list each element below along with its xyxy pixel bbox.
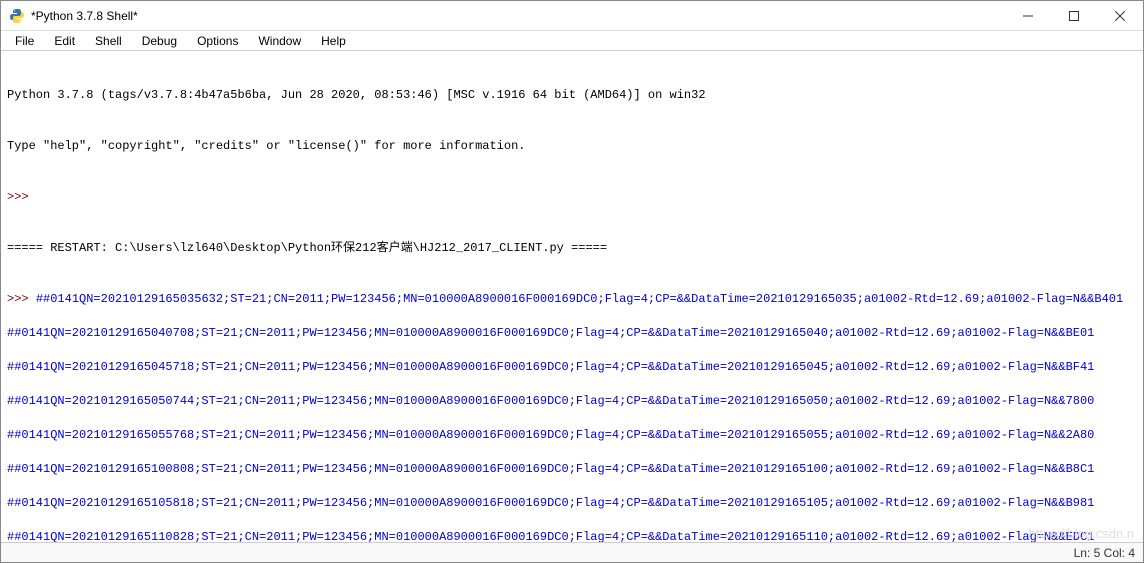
output-line: ##0141QN=20210129165040708;ST=21;CN=2011… (7, 326, 1094, 340)
minimize-button[interactable] (1005, 1, 1051, 30)
output-line: ##0141QN=20210129165035632;ST=21;CN=2011… (36, 292, 1123, 306)
menu-window[interactable]: Window (248, 32, 311, 50)
titlebar[interactable]: *Python 3.7.8 Shell* (1, 1, 1143, 31)
idle-window: *Python 3.7.8 Shell* File Edit Shell Deb… (0, 0, 1144, 563)
restart-line: ===== RESTART: C:\Users\lzl640\Desktop\P… (7, 240, 1137, 257)
window-title: *Python 3.7.8 Shell* (31, 9, 1005, 23)
close-button[interactable] (1097, 1, 1143, 30)
menu-options[interactable]: Options (187, 32, 248, 50)
python-icon (9, 8, 25, 24)
output-line: ##0141QN=20210129165110828;ST=21;CN=2011… (7, 530, 1094, 542)
menu-shell[interactable]: Shell (85, 32, 132, 50)
output-lines: >>> ##0141QN=20210129165035632;ST=21;CN=… (7, 291, 1137, 542)
shell-text-area[interactable]: Python 3.7.8 (tags/v3.7.8:4b47a5b6ba, Ju… (1, 51, 1143, 542)
version-line: Python 3.7.8 (tags/v3.7.8:4b47a5b6ba, Ju… (7, 87, 1137, 104)
output-line: ##0141QN=20210129165100808;ST=21;CN=2011… (7, 462, 1094, 476)
statusbar: Ln: 5 Col: 4 (1, 542, 1143, 562)
menu-help[interactable]: Help (311, 32, 356, 50)
window-controls (1005, 1, 1143, 30)
output-line: ##0141QN=20210129165050744;ST=21;CN=2011… (7, 394, 1094, 408)
menu-edit[interactable]: Edit (44, 32, 85, 50)
maximize-button[interactable] (1051, 1, 1097, 30)
prompt: >>> (7, 292, 36, 306)
cursor-position: Ln: 5 Col: 4 (1074, 546, 1135, 560)
help-line: Type "help", "copyright", "credits" or "… (7, 138, 1137, 155)
output-line: ##0141QN=20210129165055768;ST=21;CN=2011… (7, 428, 1094, 442)
menu-debug[interactable]: Debug (132, 32, 187, 50)
output-line: ##0141QN=20210129165105818;ST=21;CN=2011… (7, 496, 1094, 510)
prompt: >>> (7, 190, 29, 204)
menubar: File Edit Shell Debug Options Window Hel… (1, 31, 1143, 51)
menu-file[interactable]: File (5, 32, 44, 50)
output-line: ##0141QN=20210129165045718;ST=21;CN=2011… (7, 360, 1094, 374)
